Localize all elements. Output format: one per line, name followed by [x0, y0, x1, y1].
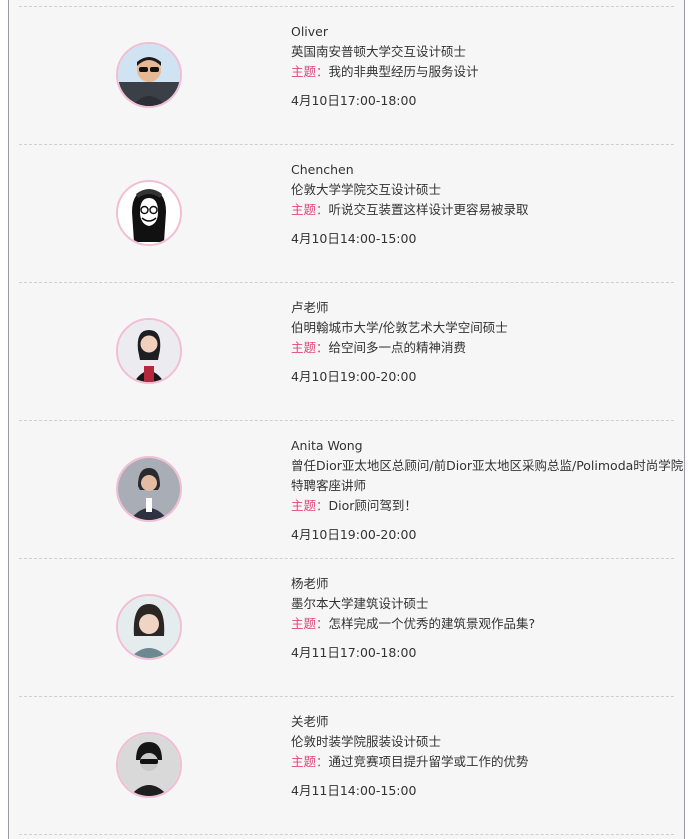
speaker-topic: 主题：听说交互装置这样设计更容易被录取: [291, 200, 684, 220]
speaker-degree: 曾任Dior亚太地区总顾问/前Dior亚太地区采购总监/Polimoda时尚学院…: [291, 458, 684, 493]
topic-text: 通过竞赛项目提升留学或工作的优势: [328, 754, 529, 769]
topic-text: 听说交互装置这样设计更容易被录取: [328, 202, 529, 217]
speaker-topic: 主题：Dior顾问驾到！: [291, 496, 684, 516]
session-time: 4月10日19:00-20:00: [291, 527, 417, 542]
speaker-topic: 主题：给空间多一点的精神消费: [291, 338, 684, 358]
topic-text: 我的非典型经历与服务设计: [328, 64, 479, 79]
speaker-avatar: [116, 318, 182, 384]
speaker-degree: 墨尔本大学建筑设计硕士: [291, 596, 429, 611]
speaker-name: Oliver: [291, 24, 329, 39]
topic-text: 给空间多一点的精神消费: [328, 340, 467, 355]
topic-label: 主题：: [291, 202, 329, 217]
topic-text: 怎样完成一个优秀的建筑景观作品集?: [328, 616, 536, 631]
avatar-illustration-icon: [118, 182, 180, 244]
avatar-photo-icon: [118, 734, 180, 796]
speaker-topic: 主题：我的非典型经历与服务设计: [291, 62, 684, 82]
speaker-card: 卢老师 伯明翰城市大学/伦敦艺术大学空间硕士 主题：给空间多一点的精神消费 4月…: [9, 282, 684, 420]
speaker-name: Chenchen: [291, 162, 354, 177]
topic-label: 主题：: [291, 340, 329, 355]
speaker-card: 关老师 伦敦时装学院服装设计硕士 主题：通过竞赛项目提升留学或工作的优势 4月1…: [9, 696, 684, 834]
topic-text: Dior顾问驾到！: [328, 498, 417, 513]
avatar-photo-icon: [118, 44, 180, 106]
avatar-photo-icon: [118, 458, 180, 520]
session-time: 4月11日14:00-15:00: [291, 783, 417, 798]
divider: [19, 834, 674, 835]
session-time: 4月10日14:00-15:00: [291, 231, 417, 246]
speaker-name: Anita Wong: [291, 438, 363, 453]
speaker-degree: 伦敦大学学院交互设计硕士: [291, 182, 442, 197]
avatar-photo-icon: [118, 596, 180, 658]
speaker-degree: 英国南安普顿大学交互设计硕士: [291, 44, 467, 59]
topic-label: 主题：: [291, 498, 329, 513]
speaker-avatar: [116, 594, 182, 660]
speaker-avatar: [116, 456, 182, 522]
speaker-avatar: [116, 42, 182, 108]
session-time: 4月10日17:00-18:00: [291, 93, 417, 108]
speaker-topic: 主题：怎样完成一个优秀的建筑景观作品集?: [291, 614, 684, 634]
avatar-photo-icon: [118, 320, 180, 382]
speaker-name: 关老师: [291, 714, 329, 729]
speaker-card: Chenchen 伦敦大学学院交互设计硕士 主题：听说交互装置这样设计更容易被录…: [9, 144, 684, 282]
speaker-name: 杨老师: [291, 576, 329, 591]
speaker-topic: 主题：通过竞赛项目提升留学或工作的优势: [291, 752, 684, 772]
speaker-card: Anita Wong 曾任Dior亚太地区总顾问/前Dior亚太地区采购总监/P…: [9, 420, 684, 558]
speaker-avatar: [116, 732, 182, 798]
session-time: 4月10日19:00-20:00: [291, 369, 417, 384]
speaker-degree: 伦敦时装学院服装设计硕士: [291, 734, 442, 749]
topic-label: 主题：: [291, 616, 329, 631]
topic-label: 主题：: [291, 64, 329, 79]
speaker-card: Oliver 英国南安普顿大学交互设计硕士 主题：我的非典型经历与服务设计 4月…: [9, 6, 684, 144]
session-time: 4月11日17:00-18:00: [291, 645, 417, 660]
speaker-card: 杨老师 墨尔本大学建筑设计硕士 主题：怎样完成一个优秀的建筑景观作品集? 4月1…: [9, 558, 684, 696]
speaker-degree: 伯明翰城市大学/伦敦艺术大学空间硕士: [291, 320, 508, 335]
speaker-list: Oliver 英国南安普顿大学交互设计硕士 主题：我的非典型经历与服务设计 4月…: [8, 0, 685, 839]
topic-label: 主题：: [291, 754, 329, 769]
speaker-avatar: [116, 180, 182, 246]
speaker-name: 卢老师: [291, 300, 329, 315]
